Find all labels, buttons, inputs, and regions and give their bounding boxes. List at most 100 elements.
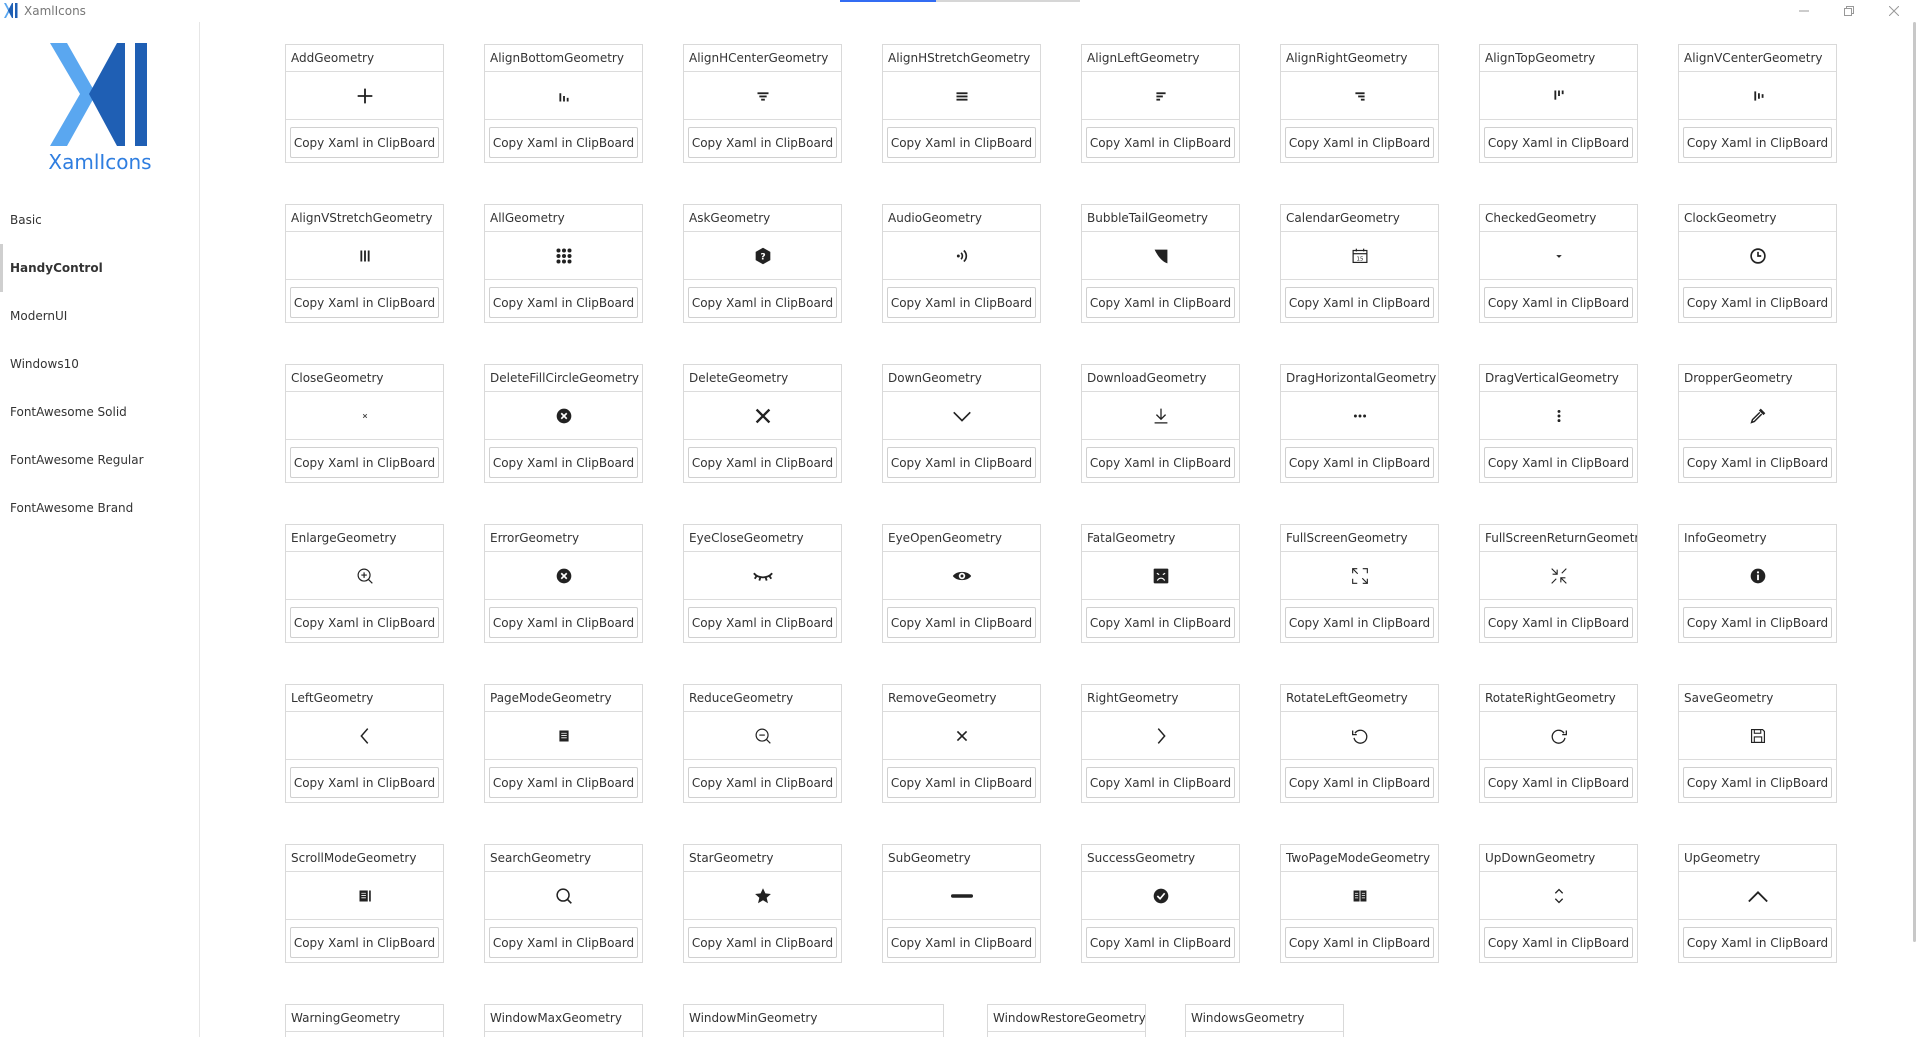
icon-name-label: AlignHStretchGeometry bbox=[883, 45, 1040, 72]
icon-preview bbox=[286, 712, 443, 760]
copy-xaml-button[interactable]: Copy Xaml in ClipBoard bbox=[1484, 447, 1633, 478]
sidebar-item-handycontrol[interactable]: HandyControl bbox=[0, 244, 199, 292]
copy-xaml-button[interactable]: Copy Xaml in ClipBoard bbox=[1285, 767, 1434, 798]
icon-name-label: SuccessGeometry bbox=[1082, 845, 1239, 872]
icon-preview bbox=[1082, 232, 1239, 280]
copy-xaml-button[interactable]: Copy Xaml in ClipBoard bbox=[290, 607, 439, 638]
copy-xaml-button[interactable]: Copy Xaml in ClipBoard bbox=[1086, 287, 1235, 318]
copy-xaml-button[interactable]: Copy Xaml in ClipBoard bbox=[1683, 607, 1832, 638]
copy-xaml-button[interactable]: Copy Xaml in ClipBoard bbox=[1683, 767, 1832, 798]
icon-preview bbox=[1480, 392, 1637, 440]
copy-xaml-button[interactable]: Copy Xaml in ClipBoard bbox=[887, 927, 1036, 958]
copy-xaml-button[interactable]: Copy Xaml in ClipBoard bbox=[290, 927, 439, 958]
copy-xaml-button[interactable]: Copy Xaml in ClipBoard bbox=[887, 607, 1036, 638]
copy-xaml-button[interactable]: Copy Xaml in ClipBoard bbox=[1285, 127, 1434, 158]
sidebar-item-fontawesome-solid[interactable]: FontAwesome Solid bbox=[0, 388, 199, 436]
icon-card-success: SuccessGeometry Copy Xaml in ClipBoard bbox=[1081, 844, 1240, 963]
sidebar-item-fontawesome-regular[interactable]: FontAwesome Regular bbox=[0, 436, 199, 484]
icon-card-alignright: AlignRightGeometry Copy Xaml in ClipBoard bbox=[1280, 44, 1439, 163]
sidebar-item-basic[interactable]: Basic bbox=[0, 196, 199, 244]
icon-name-label: AlignVCenterGeometry bbox=[1679, 45, 1836, 72]
sidebar-item-label: FontAwesome Solid bbox=[10, 405, 127, 419]
copy-xaml-button[interactable]: Copy Xaml in ClipBoard bbox=[489, 447, 638, 478]
sidebar-item-fontawesome-brand[interactable]: FontAwesome Brand bbox=[0, 484, 199, 532]
progress-fill bbox=[840, 0, 936, 2]
copy-xaml-button[interactable]: Copy Xaml in ClipBoard bbox=[688, 607, 837, 638]
copy-xaml-button[interactable]: Copy Xaml in ClipBoard bbox=[290, 767, 439, 798]
app-logo-icon bbox=[4, 3, 18, 18]
copy-xaml-button[interactable]: Copy Xaml in ClipBoard bbox=[489, 927, 638, 958]
copy-xaml-button[interactable]: Copy Xaml in ClipBoard bbox=[688, 287, 837, 318]
restore-icon bbox=[1844, 6, 1854, 16]
chevron-left-icon bbox=[359, 727, 368, 744]
minimize-icon bbox=[1799, 10, 1809, 12]
icon-card-search: SearchGeometry Copy Xaml in ClipBoard bbox=[484, 844, 643, 963]
icon-preview bbox=[1082, 872, 1239, 920]
copy-xaml-button[interactable]: Copy Xaml in ClipBoard bbox=[887, 287, 1036, 318]
icon-name-label: AlignRightGeometry bbox=[1281, 45, 1438, 72]
copy-xaml-button[interactable]: Copy Xaml in ClipBoard bbox=[290, 127, 439, 158]
icon-preview bbox=[883, 552, 1040, 600]
copy-xaml-button[interactable]: Copy Xaml in ClipBoard bbox=[1683, 287, 1832, 318]
icon-name-label: DeleteGeometry bbox=[684, 365, 841, 392]
minimize-button[interactable] bbox=[1782, 0, 1826, 22]
copy-xaml-button[interactable]: Copy Xaml in ClipBoard bbox=[1683, 447, 1832, 478]
copy-xaml-button[interactable]: Copy Xaml in ClipBoard bbox=[688, 927, 837, 958]
copy-xaml-button[interactable]: Copy Xaml in ClipBoard bbox=[1086, 927, 1235, 958]
copy-xaml-button[interactable]: Copy Xaml in ClipBoard bbox=[1484, 767, 1633, 798]
copy-xaml-button[interactable]: Copy Xaml in ClipBoard bbox=[688, 127, 837, 158]
copy-xaml-button[interactable]: Copy Xaml in ClipBoard bbox=[1285, 447, 1434, 478]
copy-xaml-button[interactable]: Copy Xaml in ClipBoard bbox=[1484, 287, 1633, 318]
copy-xaml-button[interactable]: Copy Xaml in ClipBoard bbox=[489, 607, 638, 638]
align-left-icon bbox=[1155, 91, 1166, 101]
copy-xaml-button[interactable]: Copy Xaml in ClipBoard bbox=[688, 447, 837, 478]
icon-name-label: SubGeometry bbox=[883, 845, 1040, 872]
copy-xaml-button[interactable]: Copy Xaml in ClipBoard bbox=[1285, 287, 1434, 318]
icon-card-fullscreen: FullScreenGeometry Copy Xaml in ClipBoard bbox=[1280, 524, 1439, 643]
icon-preview bbox=[286, 872, 443, 920]
copy-xaml-button[interactable]: Copy Xaml in ClipBoard bbox=[1086, 607, 1235, 638]
copy-xaml-button[interactable]: Copy Xaml in ClipBoard bbox=[1285, 927, 1434, 958]
icon-name-label: WindowRestoreGeometry bbox=[988, 1005, 1145, 1032]
icon-name-label: AskGeometry bbox=[684, 205, 841, 232]
icon-preview bbox=[286, 1032, 443, 1037]
copy-xaml-button[interactable]: Copy Xaml in ClipBoard bbox=[1484, 127, 1633, 158]
copy-xaml-button[interactable]: Copy Xaml in ClipBoard bbox=[489, 767, 638, 798]
restore-button[interactable] bbox=[1827, 0, 1871, 22]
info-icon bbox=[1750, 568, 1765, 583]
copy-xaml-button[interactable]: Copy Xaml in ClipBoard bbox=[688, 767, 837, 798]
sidebar-item-windows10[interactable]: Windows10 bbox=[0, 340, 199, 388]
copy-xaml-button[interactable]: Copy Xaml in ClipBoard bbox=[887, 447, 1036, 478]
copy-xaml-button[interactable]: Copy Xaml in ClipBoard bbox=[489, 287, 638, 318]
icon-name-label: AlignBottomGeometry bbox=[485, 45, 642, 72]
copy-xaml-button[interactable]: Copy Xaml in ClipBoard bbox=[1683, 127, 1832, 158]
sidebar-item-label: ModernUI bbox=[10, 309, 68, 323]
copy-xaml-button[interactable]: Copy Xaml in ClipBoard bbox=[1484, 607, 1633, 638]
sidebar-item-label: HandyControl bbox=[10, 261, 103, 275]
icon-name-label: BubbleTailGeometry bbox=[1082, 205, 1239, 232]
copy-xaml-button[interactable]: Copy Xaml in ClipBoard bbox=[1484, 927, 1633, 958]
copy-xaml-button[interactable]: Copy Xaml in ClipBoard bbox=[290, 287, 439, 318]
icon-card-windowrestore: WindowRestoreGeometry bbox=[987, 1004, 1146, 1037]
icon-card-all: AllGeometry Copy Xaml in ClipBoard bbox=[484, 204, 643, 323]
icon-name-label: AlignTopGeometry bbox=[1480, 45, 1637, 72]
icon-card-ask: AskGeometry? Copy Xaml in ClipBoard bbox=[683, 204, 842, 323]
copy-xaml-button[interactable]: Copy Xaml in ClipBoard bbox=[1086, 447, 1235, 478]
vertical-scrollbar[interactable] bbox=[1913, 22, 1916, 942]
icon-preview bbox=[883, 392, 1040, 440]
icon-card-windowmax: WindowMaxGeometry bbox=[484, 1004, 643, 1037]
close-button[interactable] bbox=[1872, 0, 1916, 22]
copy-xaml-button[interactable]: Copy Xaml in ClipBoard bbox=[290, 447, 439, 478]
sidebar-item-modernui[interactable]: ModernUI bbox=[0, 292, 199, 340]
copy-xaml-button[interactable]: Copy Xaml in ClipBoard bbox=[1086, 127, 1235, 158]
icon-card-star: StarGeometry Copy Xaml in ClipBoard bbox=[683, 844, 842, 963]
copy-xaml-button[interactable]: Copy Xaml in ClipBoard bbox=[1683, 927, 1832, 958]
copy-xaml-button[interactable]: Copy Xaml in ClipBoard bbox=[1086, 767, 1235, 798]
icon-name-label: FullScreenReturnGeometry bbox=[1480, 525, 1637, 552]
copy-xaml-button[interactable]: Copy Xaml in ClipBoard bbox=[887, 767, 1036, 798]
icon-name-label: ScrollModeGeometry bbox=[286, 845, 443, 872]
copy-xaml-button[interactable]: Copy Xaml in ClipBoard bbox=[887, 127, 1036, 158]
brand-name: XamlIcons bbox=[48, 150, 152, 174]
copy-xaml-button[interactable]: Copy Xaml in ClipBoard bbox=[1285, 607, 1434, 638]
copy-xaml-button[interactable]: Copy Xaml in ClipBoard bbox=[489, 127, 638, 158]
